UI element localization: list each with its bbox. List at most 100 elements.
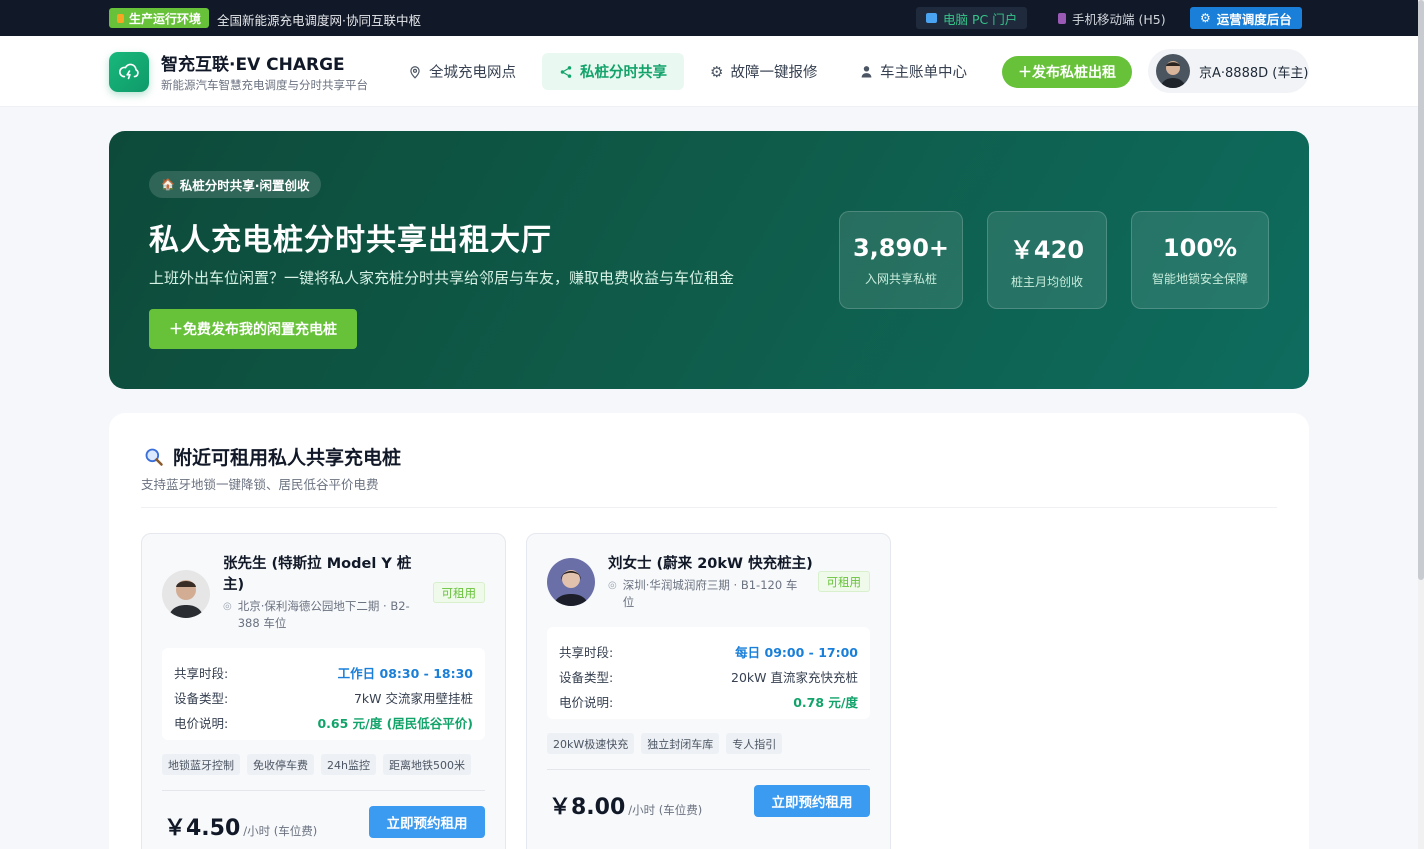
h5-mobile-label: 手机移动端 (H5): [1072, 11, 1166, 27]
feature-tag: 免收停车费: [247, 754, 314, 775]
nav-repair-label: 故障一键报修: [730, 65, 818, 81]
owner-address-label: 深圳·华润城润府三期 · B1-120 车位: [622, 578, 798, 609]
share-icon: [560, 65, 572, 78]
divider: [547, 769, 870, 770]
info-value: 20kW 直流家充快充桩: [731, 670, 858, 685]
hero-title: 私人充电桩分时共享出租大厅: [149, 223, 552, 258]
stat-label: 入网共享私桩: [864, 271, 937, 286]
owner-address-label: 北京·保利海德公园地下二期 · B2-388 车位: [237, 599, 410, 630]
feature-tag: 独立封闭车库: [641, 733, 720, 754]
location-pin-icon: [410, 65, 420, 79]
avatar: [547, 558, 595, 606]
scrollbar-thumb[interactable]: [1418, 0, 1424, 580]
admin-console-label: 运营调度后台: [1216, 11, 1292, 27]
phone-icon: [1058, 12, 1066, 24]
status-badge: 可租用: [432, 582, 485, 603]
logo[interactable]: [109, 52, 149, 92]
location-pin-icon: ◎: [608, 580, 617, 591]
nav-private-share-label: 私桩分时共享: [580, 65, 667, 81]
stat-label: 智能地锁安全保障: [1151, 271, 1248, 286]
info-value: 0.65 元/度 (居民低谷平价): [317, 716, 473, 731]
nav-stations[interactable]: 全城充电网点: [391, 53, 533, 90]
charger-info: 共享时段: 每日 09:00 - 17:00 设备类型: 20kW 直流家充快充桩 …: [547, 627, 870, 719]
env-badge: 生产运行环境: [109, 8, 210, 28]
admin-console-link[interactable]: ⚙ 运营调度后台: [1190, 7, 1302, 29]
avatar: [1156, 54, 1190, 88]
pc-portal-link[interactable]: 电脑 PC 门户: [916, 7, 1028, 29]
user-plate-label: 京A·8888D (车主): [1199, 65, 1309, 81]
info-value: 工作日 08:30 - 18:30: [337, 666, 473, 681]
hero-tag: 🏠 私桩分时共享·闲置创收: [149, 171, 322, 198]
plus-icon: ＋: [1018, 65, 1032, 81]
top-bar: 生产运行环境 全国新能源充电调度网·协同互联中枢 电脑 PC 门户 手机移动端 …: [0, 0, 1418, 36]
owner-address: ◎ 深圳·华润城润府三期 · B1-120 车位: [608, 577, 798, 611]
gear-icon: ⚙: [710, 62, 724, 81]
pc-portal-label: 电脑 PC 门户: [943, 11, 1018, 27]
price-value: ￥8.00: [549, 795, 626, 820]
owner-address: ◎ 北京·保利海德公园地下二期 · B2-388 车位: [223, 598, 423, 632]
info-key: 电价说明:: [174, 716, 229, 731]
env-badge-label: 生产运行环境: [129, 11, 202, 26]
charger-card: 刘女士 (蔚来 20kW 快充桩主) ◎ 深圳·华润城润府三期 · B1-120…: [526, 533, 891, 849]
publish-free-button[interactable]: ＋ 免费发布我的闲置充电桩: [149, 309, 357, 349]
info-row: 设备类型: 20kW 直流家充快充桩: [559, 664, 858, 689]
info-value: 0.78 元/度: [793, 695, 858, 710]
nav-billing[interactable]: 车主账单中心: [843, 53, 984, 90]
price: ￥4.50 /小时 (车位费): [164, 810, 317, 842]
nearby-chargers-panel: 附近可租用私人共享充电桩 支持蓝牙地锁一键降锁、居民低谷平价电费 张先生 (特斯…: [109, 413, 1309, 849]
user-icon: [861, 66, 872, 78]
charger-info: 共享时段: 工作日 08:30 - 18:30 设备类型: 7kW 交流家用壁挂桩 …: [162, 648, 485, 740]
user-menu[interactable]: 京A·8888D (车主): [1148, 49, 1309, 93]
nav-private-share[interactable]: 私桩分时共享: [542, 53, 684, 90]
info-key: 设备类型:: [559, 670, 614, 685]
brand-subtitle: 新能源汽车智慧充电调度与分时共享平台: [161, 78, 368, 92]
feature-tags: 地锁蓝牙控制 免收停车费 24h监控 距离地铁500米: [162, 754, 471, 775]
feature-tag: 专人指引: [726, 733, 783, 754]
info-row: 共享时段: 工作日 08:30 - 18:30: [174, 660, 473, 685]
cloud-bolt-icon: [119, 63, 139, 80]
laptop-icon: [926, 13, 937, 23]
panel-title-label: 附近可租用私人共享充电桩: [173, 447, 402, 469]
main-header: 智充互联·EV CHARGE 新能源汽车智慧充电调度与分时共享平台 全城充电网点…: [0, 36, 1418, 107]
price-unit: /小时 (车位费): [628, 803, 703, 817]
feature-tag: 距离地铁500米: [382, 754, 471, 775]
info-value: 7kW 交流家用壁挂桩: [353, 691, 473, 706]
nav-stations-label: 全城充电网点: [429, 65, 516, 81]
info-key: 设备类型:: [174, 691, 229, 706]
stat-value: 100%: [1162, 233, 1238, 262]
publish-charger-label: 发布私桩出租: [1032, 65, 1116, 81]
owner-name: 刘女士 (蔚来 20kW 快充桩主): [608, 556, 813, 572]
info-row: 电价说明: 0.65 元/度 (居民低谷平价): [174, 710, 473, 735]
brand-title: 智充互联·EV CHARGE: [161, 55, 345, 75]
page-scrollbar[interactable]: [1418, 0, 1424, 849]
nav-billing-label: 车主账单中心: [880, 65, 967, 81]
info-row: 电价说明: 0.78 元/度: [559, 689, 858, 714]
info-value: 每日 09:00 - 17:00: [735, 645, 858, 660]
hero-description: 上班外出车位闲置？一键将私人家充桩分时共享给邻居与车友，赚取电费收益与车位租金: [149, 269, 735, 287]
feature-tag: 20kW极速快充: [547, 733, 635, 754]
top-slogan: 全国新能源充电调度网·协同互联中枢: [217, 13, 421, 28]
info-row: 共享时段: 每日 09:00 - 17:00: [559, 639, 858, 664]
book-rent-button[interactable]: 立即预约租用: [369, 806, 485, 838]
plus-icon: ＋: [169, 322, 183, 338]
stat-shared-chargers: 3,890+ 入网共享私桩: [839, 211, 963, 309]
publish-charger-button[interactable]: ＋ 发布私桩出租: [1002, 56, 1132, 88]
panel-subtitle: 支持蓝牙地锁一键降锁、居民低谷平价电费: [141, 477, 379, 492]
charger-card: 张先生 (特斯拉 Model Y 桩主) ◎ 北京·保利海德公园地下二期 · B…: [141, 533, 506, 849]
feature-tag: 地锁蓝牙控制: [162, 754, 240, 775]
nav-repair[interactable]: ⚙ 故障一键报修: [693, 53, 834, 90]
status-badge: 可租用: [817, 571, 870, 592]
house-icon: 🏠: [161, 178, 175, 191]
owner-name: 张先生 (特斯拉 Model Y 桩主): [223, 556, 412, 593]
price: ￥8.00 /小时 (车位费): [549, 789, 702, 821]
info-row: 设备类型: 7kW 交流家用壁挂桩: [174, 685, 473, 710]
stat-label: 桩主月均创收: [1010, 275, 1083, 289]
book-rent-button[interactable]: 立即预约租用: [754, 785, 870, 817]
price-unit: /小时 (车位费): [243, 824, 318, 838]
search-icon: [145, 448, 163, 466]
h5-mobile-link[interactable]: 手机移动端 (H5): [1048, 7, 1176, 29]
publish-free-label: 免费发布我的闲置充电桩: [183, 322, 337, 338]
stat-monthly-income: ￥420 桩主月均创收: [987, 211, 1107, 309]
avatar: [162, 570, 210, 618]
flame-icon: [117, 13, 124, 23]
